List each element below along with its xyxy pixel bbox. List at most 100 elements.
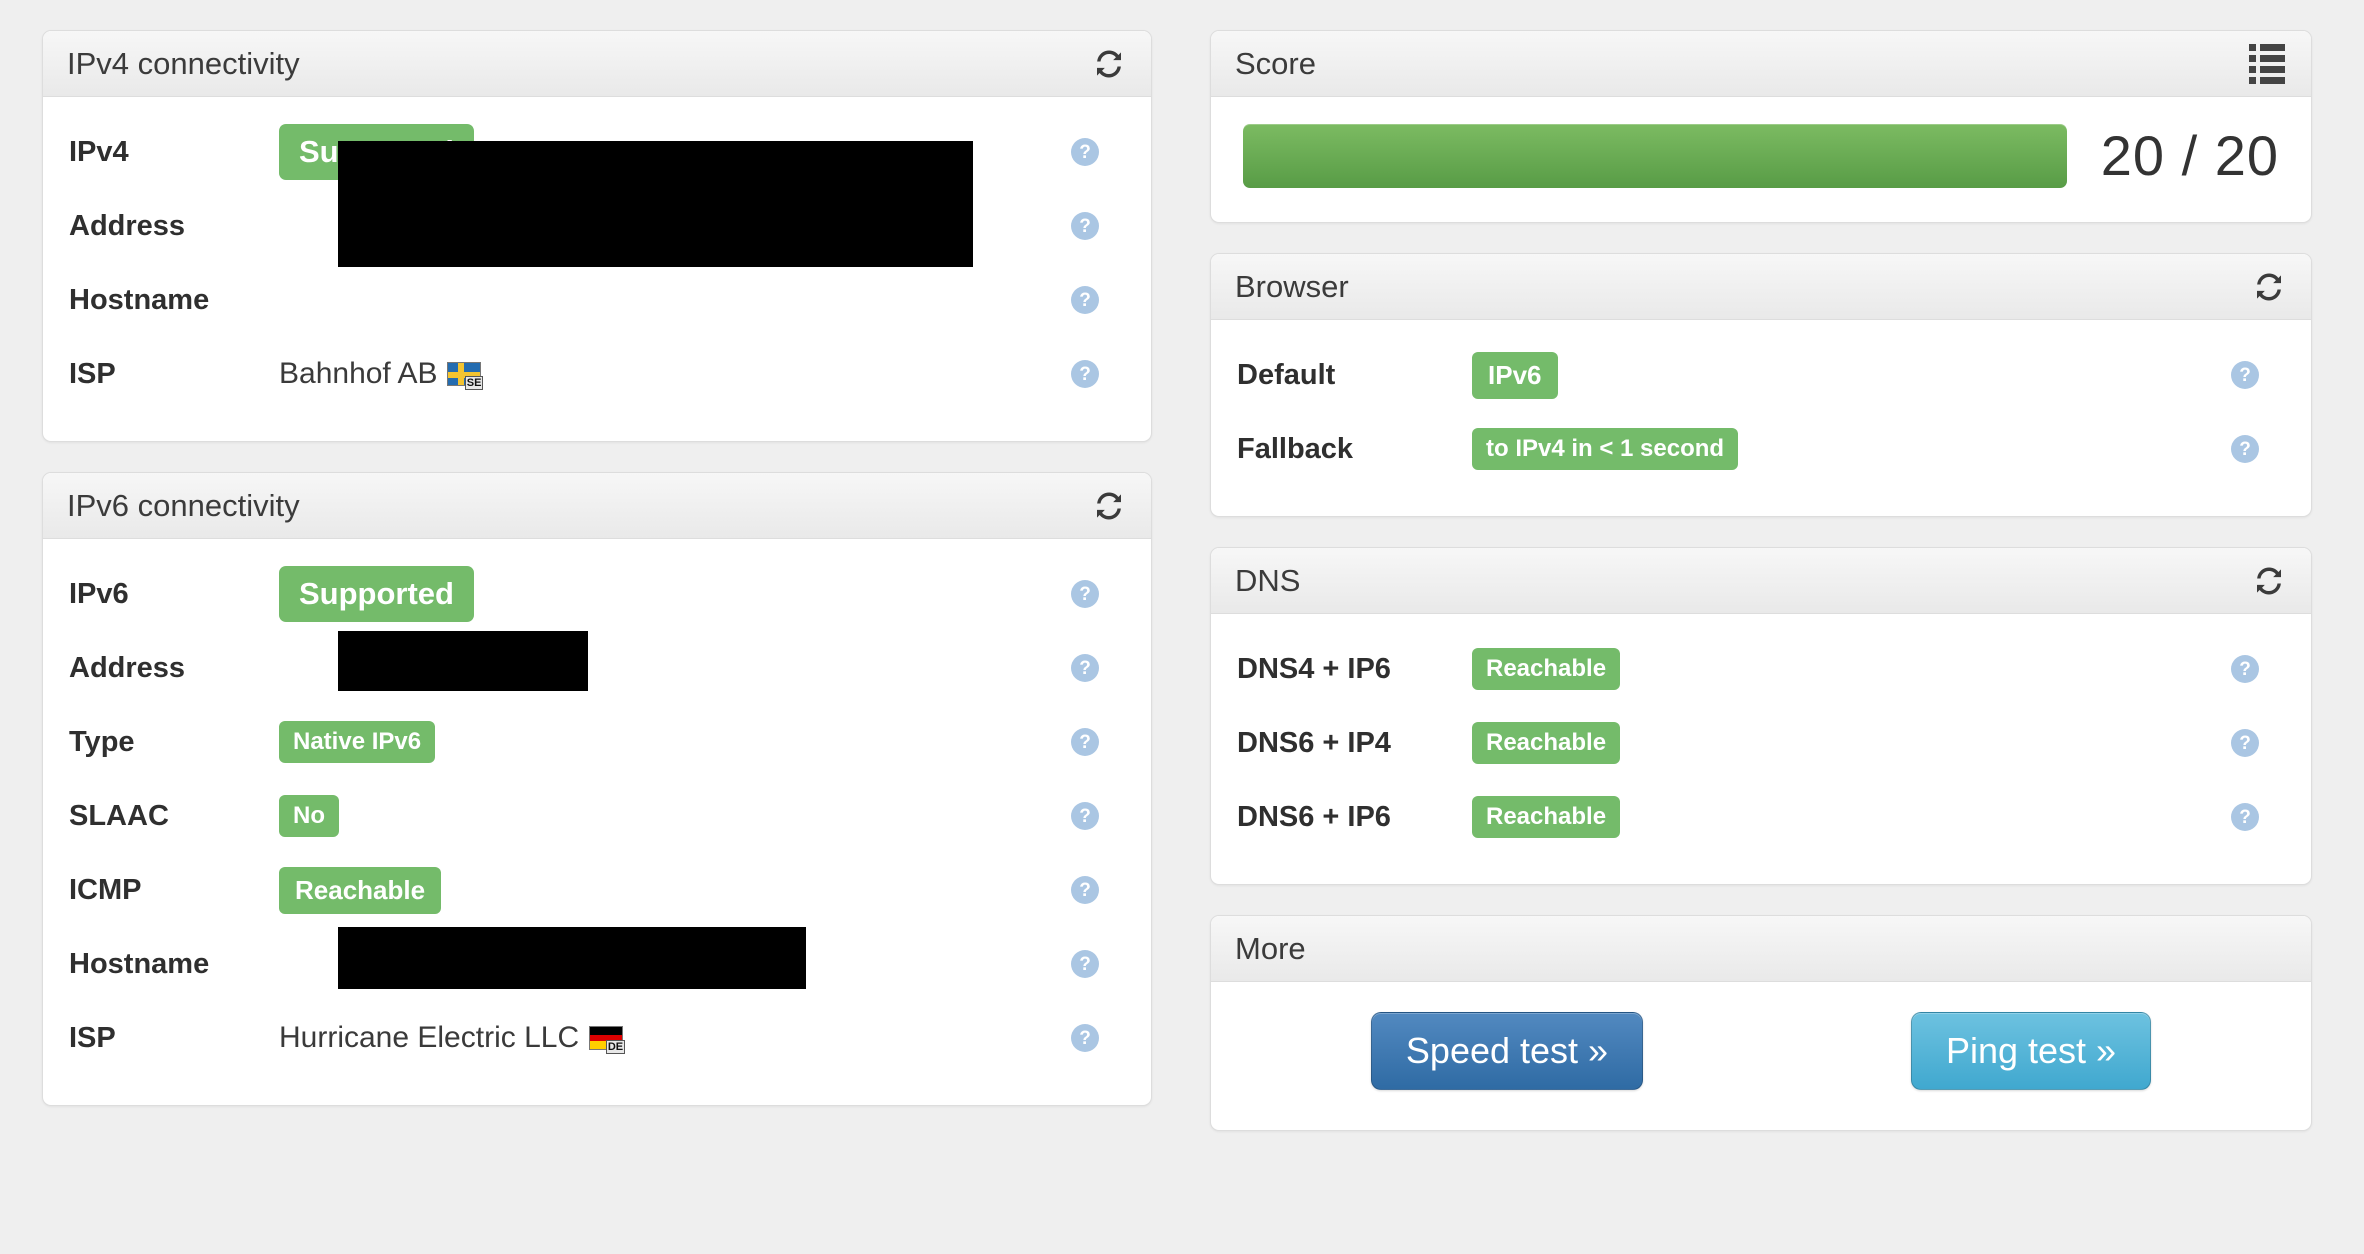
ipv6-row-address: Address ? [69, 631, 1125, 705]
help-icon[interactable]: ? [1071, 728, 1099, 756]
help-icon[interactable]: ? [1071, 360, 1099, 388]
status-badge: to IPv4 in < 1 second [1472, 428, 1739, 470]
status-badge: IPv6 [1472, 351, 1558, 399]
ipv4-row-isp: ISP Bahnhof AB SE ? [69, 337, 1125, 411]
dns-row-dns4-ip6: DNS4 + IP6 Reachable ? [1237, 632, 2285, 706]
row-value: Reachable [1472, 796, 2285, 838]
redacted-ipv6-address [338, 631, 588, 691]
status-badge: No [279, 795, 339, 837]
ping-test-button[interactable]: Ping test » [1910, 1012, 2152, 1090]
browser-panel-title: Browser [1235, 269, 1349, 304]
score-panel: Score 20 / 20 [1210, 30, 2312, 223]
ipv6-row-slaac: SLAAC No ? [69, 779, 1125, 853]
list-icon[interactable] [2249, 43, 2285, 84]
help-icon[interactable]: ? [1071, 286, 1099, 314]
help-icon[interactable]: ? [2231, 803, 2259, 831]
row-label: Hostname [69, 283, 210, 316]
status-badge: Supported [279, 566, 474, 622]
dns-panel-body: DNS4 + IP6 Reachable ? DNS6 + IP4 Reacha… [1211, 614, 2311, 884]
row-label: IPv4 [69, 135, 129, 168]
dns-panel-title: DNS [1235, 563, 1301, 598]
status-badge: Reachable [279, 866, 442, 914]
row-label: SLAAC [69, 799, 169, 832]
ipv6-row-icmp: ICMP Reachable ? [69, 853, 1125, 927]
row-label: Hostname [69, 947, 210, 980]
row-label: IPv6 [69, 577, 129, 610]
row-value: Hurricane Electric LLC DE [279, 1021, 1125, 1055]
score-panel-header: Score [1211, 31, 2311, 97]
redacted-ipv6-hostname [338, 927, 806, 989]
row-label: DNS4 + IP6 [1237, 652, 1391, 685]
ipv4-row-hostname: Hostname ? [69, 263, 1125, 337]
row-label: ISP [69, 1021, 116, 1054]
row-label: DNS6 + IP4 [1237, 726, 1391, 759]
help-icon[interactable]: ? [2231, 361, 2259, 389]
row-value: to IPv4 in < 1 second [1472, 428, 2285, 470]
refresh-icon[interactable] [1093, 490, 1125, 522]
browser-row-fallback: Fallback to IPv4 in < 1 second ? [1237, 412, 2285, 486]
row-label: Type [69, 725, 135, 758]
row-value: Supported [279, 566, 1125, 622]
ipv6-panel-title: IPv6 connectivity [67, 488, 300, 523]
isp-value-wrapper: Bahnhof AB SE [279, 357, 484, 391]
help-icon[interactable]: ? [1071, 580, 1099, 608]
more-panel: More Speed test » Ping test » [1210, 915, 2312, 1131]
more-panel-title: More [1235, 931, 1306, 966]
ipv4-connectivity-panel: IPv4 connectivity IPv4 Supported ? [42, 30, 1152, 442]
row-label: Default [1237, 358, 1336, 391]
status-badge: Reachable [1472, 796, 1621, 838]
speed-test-button[interactable]: Speed test » [1370, 1012, 1644, 1090]
row-value: Native IPv6 [279, 721, 1125, 763]
help-icon[interactable]: ? [1071, 802, 1099, 830]
refresh-icon[interactable] [1093, 48, 1125, 80]
refresh-icon[interactable] [2253, 271, 2285, 303]
dns-row-dns6-ip4: DNS6 + IP4 Reachable ? [1237, 706, 2285, 780]
help-icon[interactable]: ? [1071, 876, 1099, 904]
country-flag-icon-se: SE [447, 362, 484, 390]
help-icon[interactable]: ? [2231, 729, 2259, 757]
ipv6-row-type: Type Native IPv6 ? [69, 705, 1125, 779]
ipv6-panel-header: IPv6 connectivity [43, 473, 1151, 539]
status-badge: Reachable [1472, 722, 1621, 764]
refresh-icon[interactable] [2253, 565, 2285, 597]
isp-name: Hurricane Electric LLC [279, 1021, 580, 1054]
row-value: IPv6 [1472, 351, 2285, 399]
row-label: DNS6 + IP6 [1237, 800, 1391, 833]
row-label: ISP [69, 357, 116, 390]
row-value: Reachable [1472, 722, 2285, 764]
row-label: ICMP [69, 873, 142, 906]
help-icon[interactable]: ? [1071, 138, 1099, 166]
score-panel-title: Score [1235, 46, 1316, 81]
row-value: Bahnhof AB SE [279, 357, 1125, 391]
row-label: Address [69, 651, 186, 684]
help-icon[interactable]: ? [1071, 654, 1099, 682]
help-icon[interactable]: ? [2231, 435, 2259, 463]
help-icon[interactable]: ? [2231, 655, 2259, 683]
country-flag-icon-de: DE [589, 1026, 626, 1054]
dns-row-dns6-ip6: DNS6 + IP6 Reachable ? [1237, 780, 2285, 854]
isp-value-wrapper: Hurricane Electric LLC DE [279, 1021, 626, 1055]
page-root: IPv4 connectivity IPv4 Supported ? [0, 0, 2364, 1254]
status-badge: Reachable [1472, 648, 1621, 690]
isp-name: Bahnhof AB [279, 357, 438, 390]
ipv4-panel-title: IPv4 connectivity [67, 46, 300, 81]
ipv6-row-ipv6: IPv6 Supported ? [69, 557, 1125, 631]
more-panel-header: More [1211, 916, 2311, 982]
help-icon[interactable]: ? [1071, 950, 1099, 978]
score-progress-bar [1243, 123, 2067, 188]
status-badge: Native IPv6 [279, 721, 436, 763]
help-icon[interactable]: ? [1071, 212, 1099, 240]
country-code-label: DE [605, 1040, 626, 1054]
browser-panel: Browser Default IPv6 ? Fallback to IPv4 … [1210, 253, 2312, 517]
ipv6-connectivity-panel: IPv6 connectivity IPv6 Supported ? Addre… [42, 472, 1152, 1106]
score-panel-body: 20 / 20 [1211, 97, 2311, 222]
row-value: No [279, 795, 1125, 837]
row-label: Fallback [1237, 432, 1354, 465]
ipv6-panel-body: IPv6 Supported ? Address ? Type Native I… [43, 539, 1151, 1105]
help-icon[interactable]: ? [1071, 1024, 1099, 1052]
browser-panel-body: Default IPv6 ? Fallback to IPv4 in < 1 s… [1211, 320, 2311, 516]
right-column: Score 20 / 20 Browser Default IPv6 ? Fal… [1210, 30, 2312, 1224]
score-progress-track [1243, 123, 2067, 188]
browser-row-default: Default IPv6 ? [1237, 338, 2285, 412]
left-column: IPv4 connectivity IPv4 Supported ? [42, 30, 1152, 1224]
